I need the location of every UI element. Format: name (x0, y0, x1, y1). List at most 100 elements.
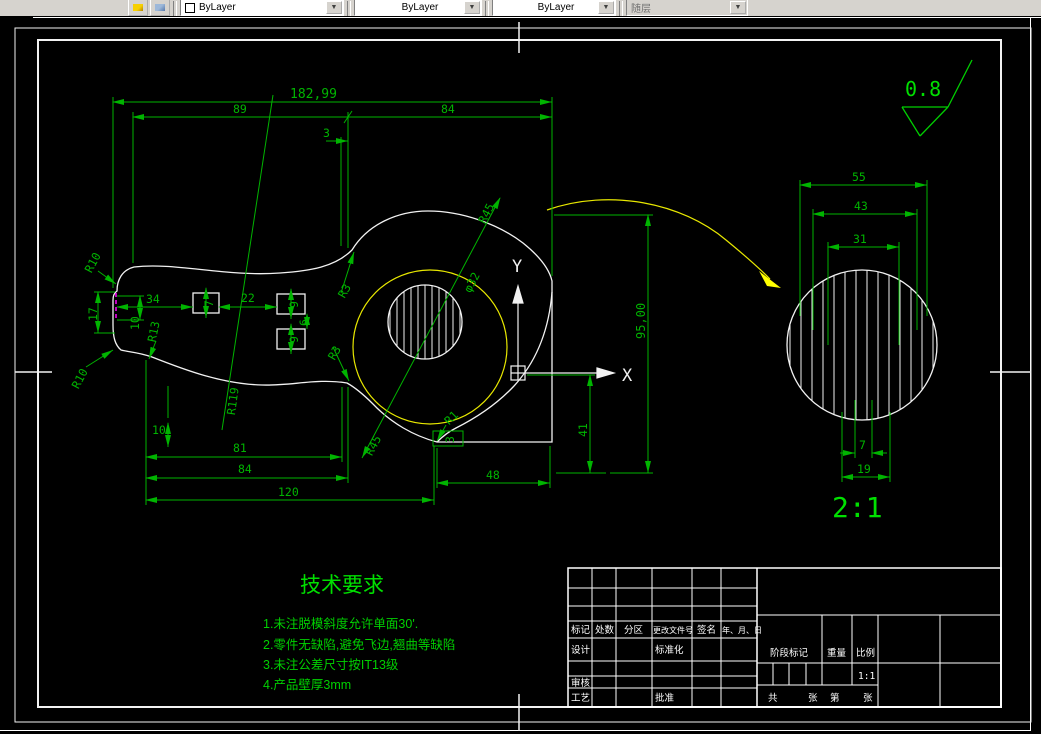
ucs-y-label: Y (512, 257, 522, 277)
color-control-dropdown[interactable]: ByLayer ▼ (180, 0, 344, 16)
layers-stack-icon (155, 4, 165, 11)
dim-34: 34 (146, 292, 160, 306)
tb-header-date: 年、月、日 (722, 625, 762, 635)
chevron-down-icon: ▼ (730, 1, 746, 14)
surface-roughness-symbol: 0.8 (901, 59, 973, 137)
drawing-canvas[interactable]: X Y 182,99 89 84 3 34 22 17 10 7 9 9 6 R… (0, 16, 1041, 734)
bore-hatched (387, 284, 463, 360)
tb-scale-label: 比例 (856, 647, 875, 659)
detail-view: 55 43 31 7 19 2:1 (786, 170, 938, 524)
lineweight-control-dropdown[interactable]: ByLayer ▼ (492, 0, 616, 16)
tb-sheet-total: 共 (768, 693, 778, 704)
dim-3: 3 (323, 126, 330, 140)
dim-17: 17 (86, 307, 100, 321)
dim-r10b: R10 (69, 366, 91, 391)
tb-header-zone: 分区 (624, 625, 644, 636)
tb-sheet-no: 第 (830, 692, 840, 704)
layers-dialog-button[interactable] (150, 0, 170, 16)
tech-requirement-line: 2.零件无缺陷,避免飞边,翘曲等缺陷 (263, 637, 455, 652)
detail-leader-curve (546, 199, 771, 280)
tb-review-label: 审核 (571, 677, 591, 689)
chevron-down-icon: ▼ (464, 1, 480, 14)
dim-19: 19 (857, 462, 871, 476)
dim-r1: R1 (441, 408, 461, 428)
technical-requirements: 技术要求 1.未注脱模斜度允许单面30'. 2.零件无缺陷,避免飞边,翘曲等缺陷… (263, 574, 455, 692)
tb-scale-value: 1:1 (858, 671, 875, 682)
dim-43: 43 (854, 199, 868, 213)
linetype-control-dropdown[interactable]: ByLayer ▼ (354, 0, 482, 16)
lineweight-control-value: ByLayer (537, 2, 575, 13)
dim-r3a: R3 (335, 281, 354, 300)
dim-7: 7 (202, 300, 216, 307)
title-block: 标记 处数 分区 更改文件号 签名 年、月、日 设计 标准化 审核 工艺 批准 … (567, 567, 1002, 708)
dim-6: 6 (297, 319, 311, 326)
tech-requirement-line: 4.产品壁厚3mm (263, 677, 351, 692)
dim-84: 84 (441, 102, 455, 116)
dim-r119: R119 (224, 386, 242, 415)
detail-scale-label: 2:1 (832, 491, 883, 524)
toolbar-separator (619, 1, 623, 16)
tb-process-label: 工艺 (571, 693, 590, 704)
linetype-control-value: ByLayer (401, 2, 439, 13)
dim-41: 41 (576, 423, 590, 437)
auxiliary-circle (352, 199, 771, 425)
dim-r45b: R45 (362, 433, 384, 458)
centering-tick-marks (15, 22, 1031, 731)
tech-requirements-title: 技术要求 (300, 574, 384, 597)
dim-r13: R13 (145, 320, 163, 343)
window-edges (0, 17, 1041, 731)
dim-84b: 84 (238, 462, 252, 476)
tb-header-mark: 标记 (571, 624, 591, 636)
dim-10v: 10 (128, 316, 142, 330)
part-outline (112, 210, 553, 443)
tb-header-signature: 签名 (697, 624, 716, 636)
tb-sheet-unit2: 张 (863, 693, 873, 704)
detail-dimension-lines (799, 180, 928, 482)
chevron-down-icon: ▼ (598, 1, 614, 14)
tb-header-count: 处数 (595, 624, 615, 636)
toolbar-separator (173, 1, 177, 16)
dim-d7: 7 (859, 438, 866, 452)
layer-tool-icon (133, 4, 143, 11)
dim-9a: 9 (287, 301, 301, 308)
dim-r3b: R3 (325, 343, 344, 362)
dim-48: 48 (486, 468, 500, 482)
tech-requirement-line: 3.未注公差尺寸按IT13级 (263, 657, 399, 672)
make-object-layer-button[interactable] (128, 0, 148, 16)
dim-95: 95,00 (634, 303, 648, 339)
dim-81: 81 (233, 441, 247, 455)
plotstyle-control-dropdown[interactable]: 随层 ▼ (626, 0, 748, 16)
dim-55: 55 (852, 170, 866, 184)
plotstyle-control-value: 随层 (631, 4, 651, 15)
tb-stage-label: 阶段标记 (770, 647, 809, 659)
detail-hatch (789, 270, 934, 420)
dim-r10a: R10 (82, 250, 104, 275)
toolbar-separator (485, 1, 489, 16)
color-control-value: ByLayer (199, 2, 236, 13)
dim-10b: 10 (152, 423, 166, 437)
tb-header-doc-no: 更改文件号 (653, 625, 693, 635)
tb-weight-label: 重量 (827, 647, 847, 659)
dimension-texts: 182,99 89 84 3 34 22 17 10 7 9 9 6 R10 R… (69, 87, 648, 499)
chevron-down-icon: ▼ (326, 1, 342, 14)
ucs-icon (510, 283, 617, 381)
tech-requirement-line: 1.未注脱模斜度允许单面30'. (263, 616, 418, 631)
dim-overall: 182,99 (290, 87, 337, 102)
tb-sheet-unit1: 张 (808, 693, 818, 704)
object-properties-toolbar: ByLayer ▼ ByLayer ▼ ByLayer ▼ 随层 ▼ (0, 0, 1041, 16)
dim-31: 31 (853, 232, 867, 246)
detail-leader-arrowhead (759, 271, 781, 288)
dim-3b: 3 (443, 436, 457, 443)
tb-standardization-label: 标准化 (655, 644, 684, 656)
ucs-x-label: X (622, 366, 633, 386)
tb-design-label: 设计 (571, 644, 591, 656)
dim-phi32: φ32 (461, 270, 483, 295)
toolbar-separator (347, 1, 351, 16)
dim-22: 22 (241, 291, 255, 305)
color-swatch-icon (185, 2, 195, 13)
surface-roughness-value: 0.8 (905, 77, 941, 101)
dim-89: 89 (233, 102, 247, 116)
dim-r45a: R45 (475, 201, 497, 226)
dim-120: 120 (278, 485, 299, 499)
tb-approve-label: 批准 (655, 692, 675, 704)
